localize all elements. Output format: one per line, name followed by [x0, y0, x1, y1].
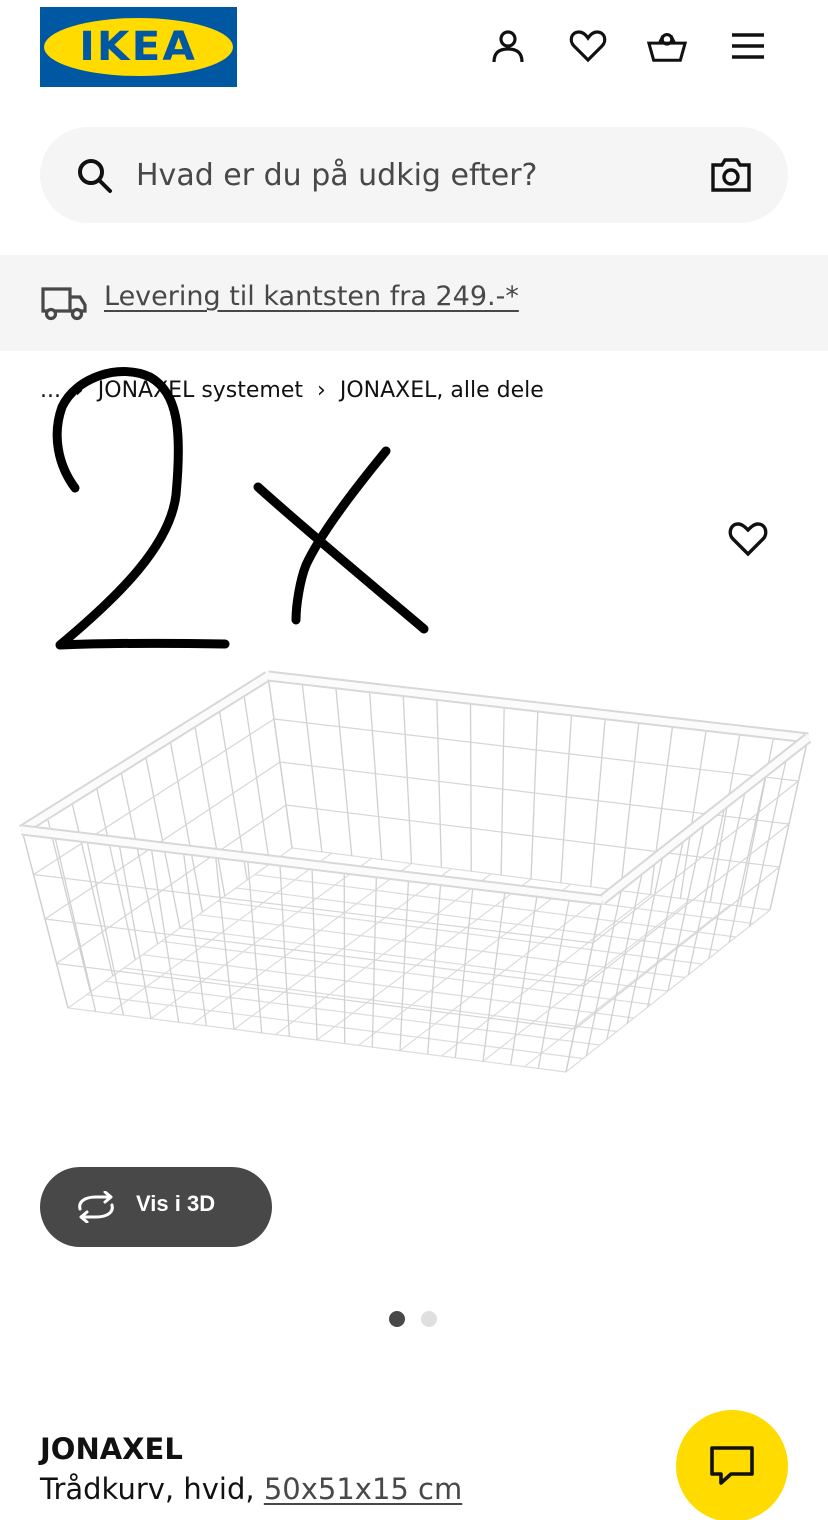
user-icon[interactable]: [488, 26, 528, 66]
view-3d-label: Vis i 3D: [136, 1191, 216, 1216]
product-dimensions-link[interactable]: 50x51x15 cm: [264, 1472, 462, 1506]
delivery-link[interactable]: Levering til kantsten fra 249.-*: [104, 281, 519, 312]
product-type: Trådkurv, hvid,: [40, 1472, 264, 1506]
camera-icon[interactable]: [710, 155, 752, 195]
search-bar[interactable]: [40, 127, 788, 223]
chat-button[interactable]: [676, 1410, 788, 1520]
carousel-dot-1[interactable]: [389, 1311, 405, 1327]
chat-bubble-icon: [710, 1446, 754, 1485]
search-input[interactable]: [136, 151, 696, 199]
menu-icon[interactable]: [728, 26, 768, 66]
heart-icon[interactable]: [568, 26, 608, 66]
basket-icon[interactable]: [647, 26, 687, 66]
carousel-dots: [389, 1311, 437, 1327]
logo-registered-mark: ®: [218, 25, 226, 34]
delivery-banner: Levering til kantsten fra 249.-*: [0, 255, 828, 351]
favorite-heart-icon[interactable]: [726, 516, 770, 560]
rotate-3d-icon: [78, 1191, 114, 1223]
product-name: JONAXEL: [40, 1432, 183, 1466]
header: IKEA ®: [0, 0, 828, 100]
product-description: Trådkurv, hvid, 50x51x15 cm: [40, 1472, 462, 1506]
ikea-logo[interactable]: IKEA ®: [40, 7, 237, 87]
logo-oval: IKEA: [44, 18, 233, 76]
product-image-wire-basket: [19, 670, 812, 1073]
view-3d-button[interactable]: Vis i 3D: [40, 1167, 272, 1247]
search-icon[interactable]: [76, 157, 114, 195]
carousel-dot-2[interactable]: [421, 1311, 437, 1327]
logo-text: IKEA: [79, 24, 198, 70]
handwritten-annotation-2x: [52, 367, 429, 650]
truck-icon: [41, 287, 87, 321]
